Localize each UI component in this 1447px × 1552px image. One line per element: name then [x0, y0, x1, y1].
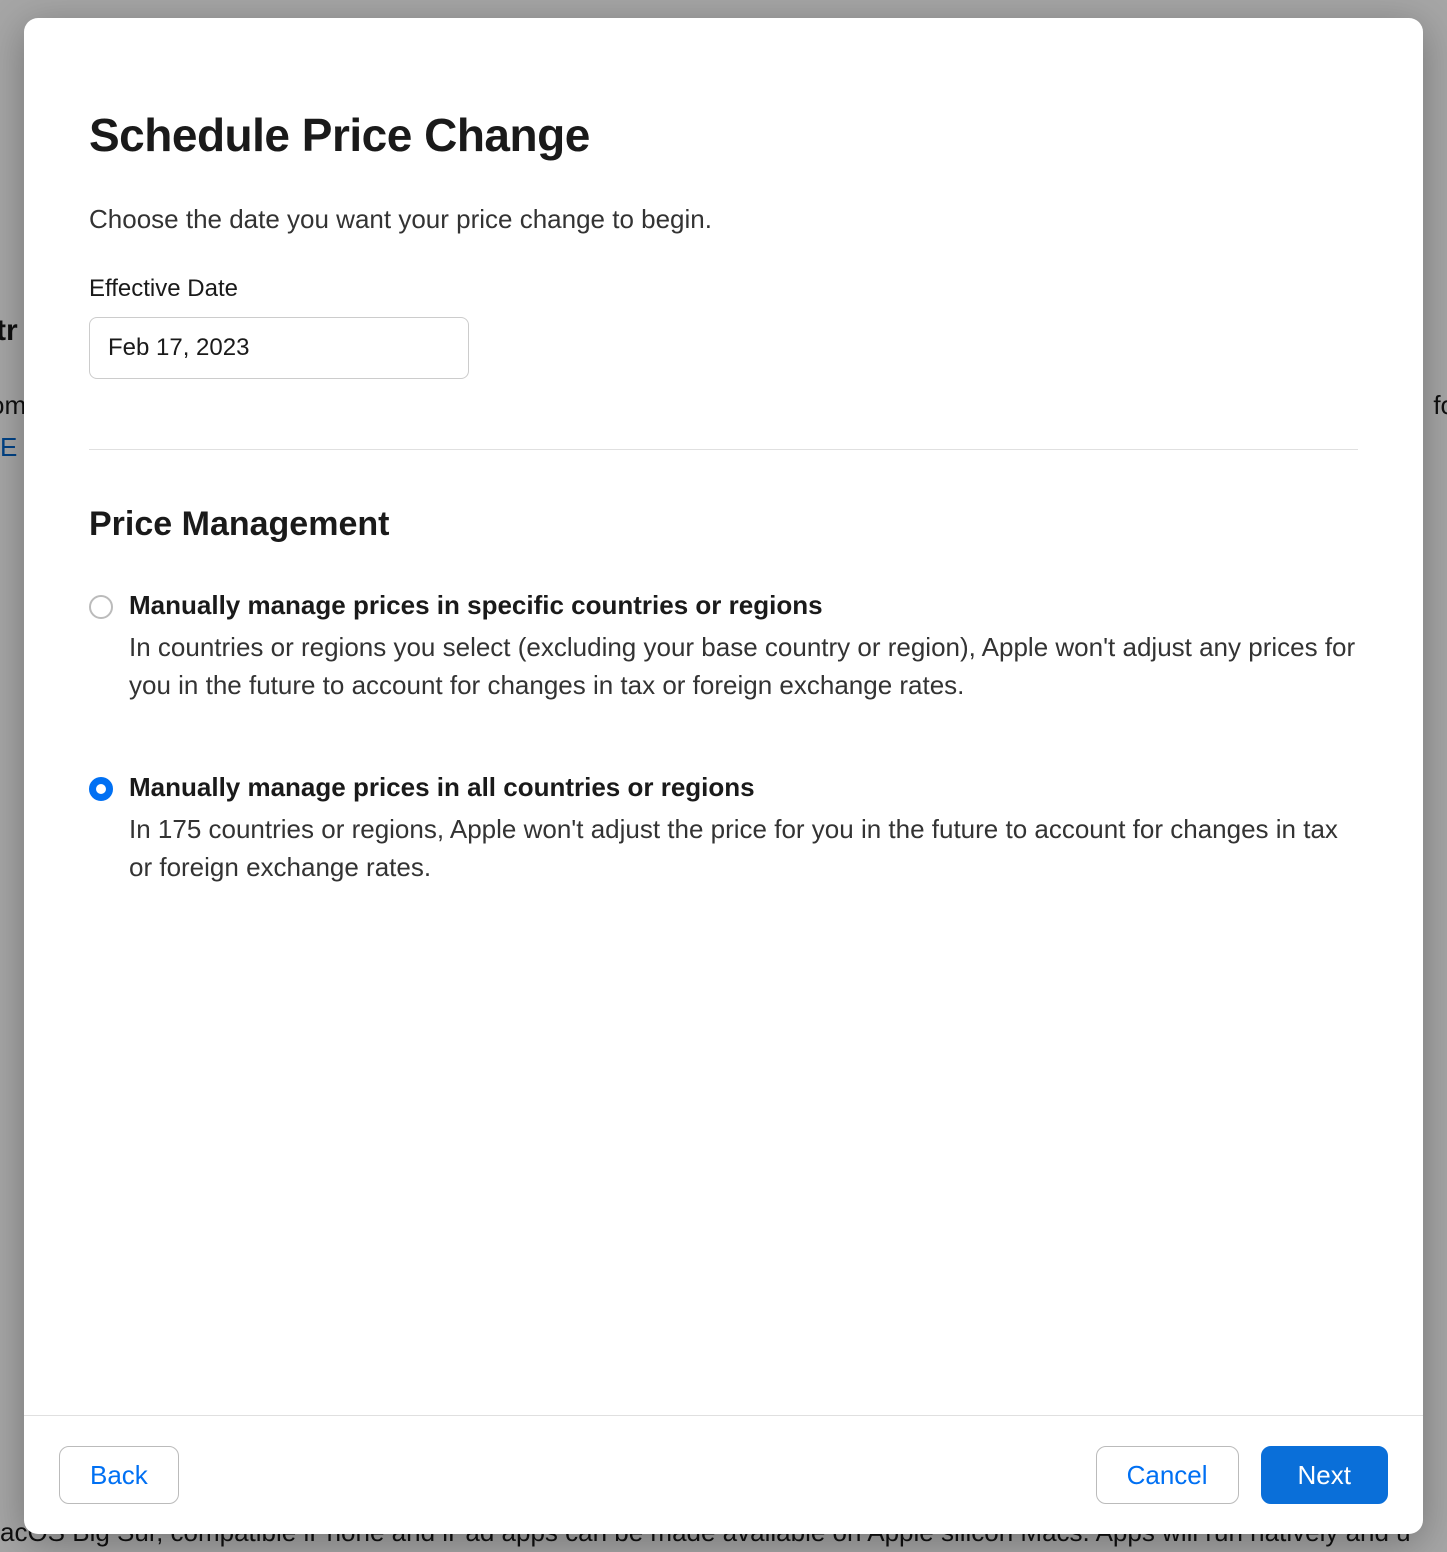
radio-option-title: Manually manage prices in specific count…	[129, 590, 1358, 621]
back-button[interactable]: Back	[59, 1446, 179, 1504]
modal-title: Schedule Price Change	[89, 108, 1358, 162]
schedule-price-change-modal: Schedule Price Change Choose the date yo…	[24, 18, 1423, 1534]
radio-button[interactable]	[89, 777, 113, 801]
price-management-heading: Price Management	[89, 505, 1358, 544]
modal-footer: Back Cancel Next	[24, 1415, 1423, 1534]
radio-option-all-countries[interactable]: Manually manage prices in all countries …	[89, 772, 1358, 886]
modal-subtitle: Choose the date you want your price chan…	[89, 204, 1358, 235]
cancel-button[interactable]: Cancel	[1096, 1446, 1239, 1504]
radio-option-description: In 175 countries or regions, Apple won't…	[129, 811, 1358, 886]
effective-date-input[interactable]	[89, 317, 469, 379]
radio-circle-icon	[89, 595, 113, 619]
next-button[interactable]: Next	[1261, 1446, 1388, 1504]
footer-right-buttons: Cancel Next	[1096, 1446, 1388, 1504]
radio-option-description: In countries or regions you select (excl…	[129, 629, 1358, 704]
divider	[89, 449, 1358, 450]
radio-text: Manually manage prices in all countries …	[129, 772, 1358, 886]
effective-date-label: Effective Date	[89, 275, 1358, 303]
modal-body: Schedule Price Change Choose the date yo…	[24, 18, 1423, 1415]
radio-text: Manually manage prices in specific count…	[129, 590, 1358, 704]
radio-circle-icon	[89, 777, 113, 801]
radio-button[interactable]	[89, 595, 113, 619]
radio-option-title: Manually manage prices in all countries …	[129, 772, 1358, 803]
radio-option-specific-countries[interactable]: Manually manage prices in specific count…	[89, 590, 1358, 704]
